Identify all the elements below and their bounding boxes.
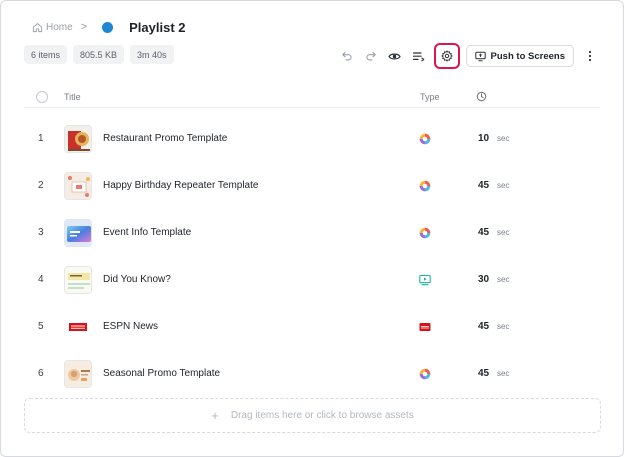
queue-icon bbox=[412, 51, 425, 61]
push-to-screens-label: Push to Screens bbox=[490, 50, 565, 62]
row-duration[interactable]: 45 bbox=[478, 162, 489, 209]
undo-icon bbox=[341, 51, 352, 61]
row-title: ESPN News bbox=[103, 321, 159, 332]
espn-logo bbox=[64, 313, 92, 341]
row-duration-unit: sec bbox=[497, 181, 510, 190]
screen-push-icon bbox=[474, 51, 486, 61]
row-title: Happy Birthday Repeater Template bbox=[103, 180, 259, 191]
row-duration[interactable]: 30 bbox=[478, 256, 489, 303]
asset-dropzone[interactable]: + Drag items here or click to browse ass… bbox=[24, 398, 601, 433]
gear-icon bbox=[440, 50, 453, 62]
birthday-thumbnail bbox=[64, 172, 92, 200]
app-icon bbox=[419, 227, 431, 239]
queue-button[interactable] bbox=[407, 44, 431, 68]
row-duration-unit: sec bbox=[497, 322, 510, 331]
undo-button[interactable] bbox=[335, 44, 359, 68]
row-title: Did You Know? bbox=[103, 274, 171, 285]
row-duration-unit: sec bbox=[497, 134, 510, 143]
home-icon[interactable] bbox=[32, 22, 43, 33]
page-title[interactable]: Playlist 2 bbox=[129, 20, 185, 35]
more-vertical-icon bbox=[588, 50, 592, 62]
row-duration[interactable]: 45 bbox=[478, 303, 489, 350]
row-duration[interactable]: 10 bbox=[478, 115, 489, 162]
item-count-badge: 6 items bbox=[24, 45, 68, 64]
column-header-type[interactable]: Type bbox=[420, 92, 440, 102]
preview-button[interactable] bbox=[383, 44, 407, 68]
playlist-stats: 6 items 805.5 KB 3m 40s bbox=[24, 45, 174, 64]
row-title: Seasonal Promo Template bbox=[103, 368, 221, 379]
espn-icon bbox=[419, 323, 431, 331]
table-row[interactable]: 3 Event Info Template 45 sec bbox=[24, 209, 600, 256]
redo-icon bbox=[365, 51, 376, 61]
settings-button[interactable] bbox=[433, 43, 460, 69]
row-number: 4 bbox=[38, 274, 44, 285]
did-you-know-thumbnail bbox=[64, 266, 92, 294]
redo-button[interactable] bbox=[359, 44, 383, 68]
size-badge: 805.5 KB bbox=[73, 45, 125, 64]
breadcrumb: Home > Playlist 2 bbox=[32, 16, 186, 38]
duration-badge: 3m 40s bbox=[130, 45, 174, 64]
table-header: Title Type bbox=[24, 86, 600, 108]
event-info-thumbnail bbox=[64, 219, 92, 247]
row-duration-unit: sec bbox=[497, 275, 510, 284]
row-number: 3 bbox=[38, 227, 44, 238]
table-row[interactable]: 1 Restaurant Promo Template 10 sec bbox=[24, 115, 600, 162]
row-number: 5 bbox=[38, 321, 44, 332]
row-duration-unit: sec bbox=[497, 228, 510, 237]
plus-icon: + bbox=[211, 408, 219, 423]
clock-icon[interactable] bbox=[476, 91, 487, 102]
table-row[interactable]: 2 Happy Birthday Repeater Template 45 se… bbox=[24, 162, 600, 209]
row-number: 1 bbox=[38, 133, 44, 144]
app-icon bbox=[419, 368, 431, 380]
table-row[interactable]: 5 ESPN News 45 sec bbox=[24, 303, 600, 350]
dropzone-label: Drag items here or click to browse asset… bbox=[230, 410, 414, 421]
restaurant-thumbnail bbox=[64, 125, 92, 153]
playlist-color-dot[interactable] bbox=[102, 21, 114, 33]
row-duration[interactable]: 45 bbox=[478, 350, 489, 397]
row-number: 2 bbox=[38, 180, 44, 191]
more-options-button[interactable] bbox=[580, 44, 600, 68]
seasonal-promo-thumbnail bbox=[64, 360, 92, 388]
row-title: Event Info Template bbox=[103, 227, 192, 238]
toolbar: Push to Screens bbox=[335, 43, 600, 69]
table-row[interactable]: 6 Seasonal Promo Template 45 sec bbox=[24, 350, 600, 397]
table-row[interactable]: 4 Did You Know? 30 sec bbox=[24, 256, 600, 303]
push-to-screens-button[interactable]: Push to Screens bbox=[465, 45, 574, 67]
app-icon bbox=[419, 180, 431, 192]
row-duration[interactable]: 45 bbox=[478, 209, 489, 256]
row-number: 6 bbox=[38, 368, 44, 379]
media-icon bbox=[419, 274, 431, 286]
row-title: Restaurant Promo Template bbox=[103, 133, 228, 144]
breadcrumb-home[interactable]: Home bbox=[46, 22, 73, 33]
select-all-checkbox[interactable] bbox=[36, 91, 48, 103]
column-header-title[interactable]: Title bbox=[64, 92, 81, 102]
row-duration-unit: sec bbox=[497, 369, 510, 378]
app-icon bbox=[419, 133, 431, 145]
eye-icon bbox=[388, 53, 401, 59]
breadcrumb-separator: > bbox=[80, 21, 88, 33]
